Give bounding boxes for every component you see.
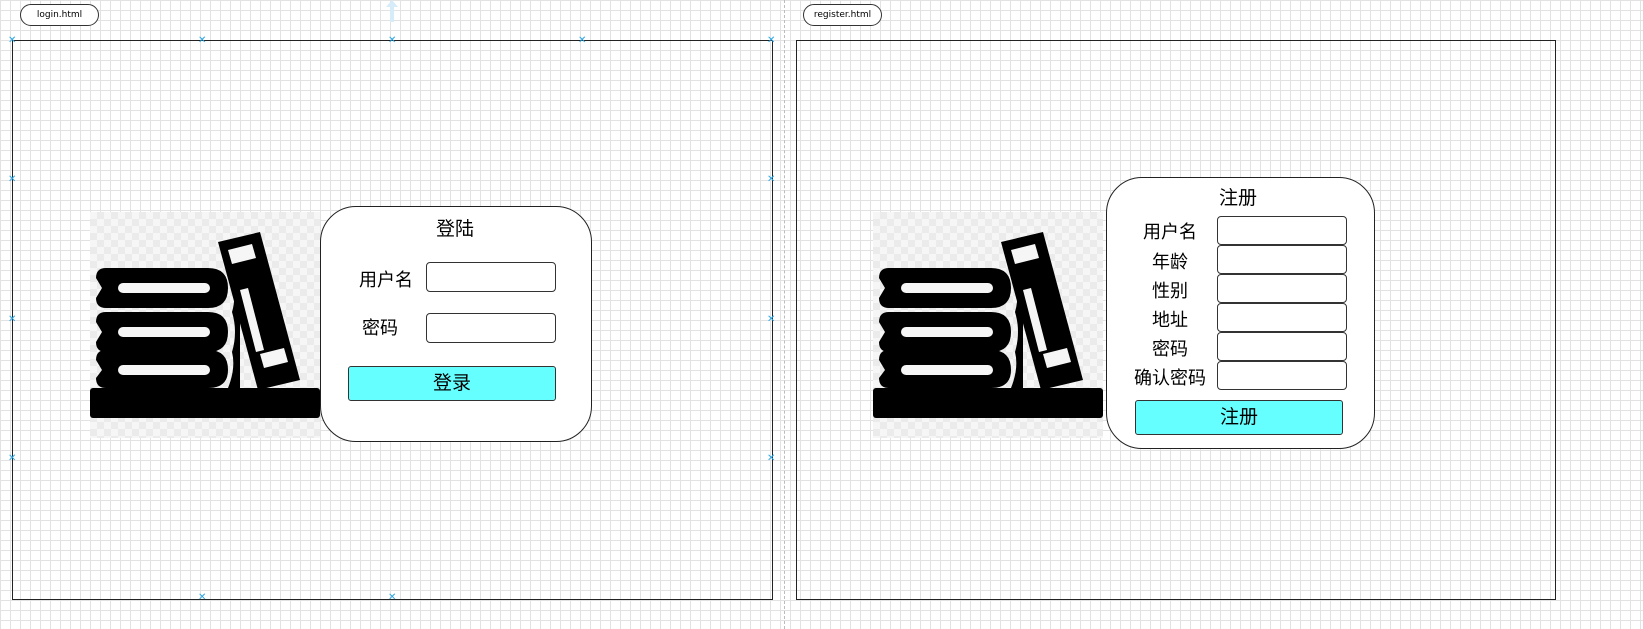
login-username-label: 用户名 [359,270,413,291]
register-age-label: 年龄 [1152,252,1188,273]
register-confirm-password-input[interactable] [1217,361,1347,390]
selection-handle-icon[interactable]: ✕ [578,36,586,46]
register-age-input[interactable] [1217,245,1347,274]
books-icon [873,232,1103,418]
register-address-label: 地址 [1152,310,1188,331]
selection-handle-icon[interactable]: ✕ [198,593,206,603]
books-icon [90,232,320,418]
login-books-image [90,212,320,438]
selection-handle-icon[interactable]: ✕ [8,36,16,46]
register-title: 注册 [1218,187,1257,209]
register-books-image [873,212,1103,438]
register-page-tab[interactable]: register.html [803,4,882,26]
login-page-tab[interactable]: login.html [20,4,99,26]
register-username-input[interactable] [1217,216,1347,245]
register-address-input[interactable] [1217,303,1347,332]
register-gender-label: 性别 [1152,281,1188,302]
login-password-input[interactable] [426,313,556,343]
selection-handle-icon[interactable]: ✕ [767,36,775,46]
up-arrow-icon [386,0,398,24]
selection-handle-icon[interactable]: ✕ [767,175,775,185]
frame-divider [784,0,785,629]
register-gender-input[interactable] [1217,274,1347,303]
register-username-label: 用户名 [1143,222,1197,243]
selection-handle-icon[interactable]: ✕ [767,454,775,464]
register-button[interactable]: 注册 [1135,400,1343,435]
selection-handle-icon[interactable]: ✕ [388,36,396,46]
login-button[interactable]: 登录 [348,366,556,401]
selection-handle-icon[interactable]: ✕ [8,454,16,464]
register-password-input[interactable] [1217,332,1347,361]
login-username-input[interactable] [426,262,556,292]
login-title: 登陆 [435,218,474,240]
selection-handle-icon[interactable]: ✕ [198,36,206,46]
login-password-label: 密码 [362,318,398,339]
selection-handle-icon[interactable]: ✕ [8,175,16,185]
selection-handle-icon[interactable]: ✕ [767,315,775,325]
selection-handle-icon[interactable]: ✕ [8,315,16,325]
selection-handle-icon[interactable]: ✕ [388,593,396,603]
register-password-label: 密码 [1152,339,1188,360]
register-confirm-password-label: 确认密码 [1134,368,1206,389]
